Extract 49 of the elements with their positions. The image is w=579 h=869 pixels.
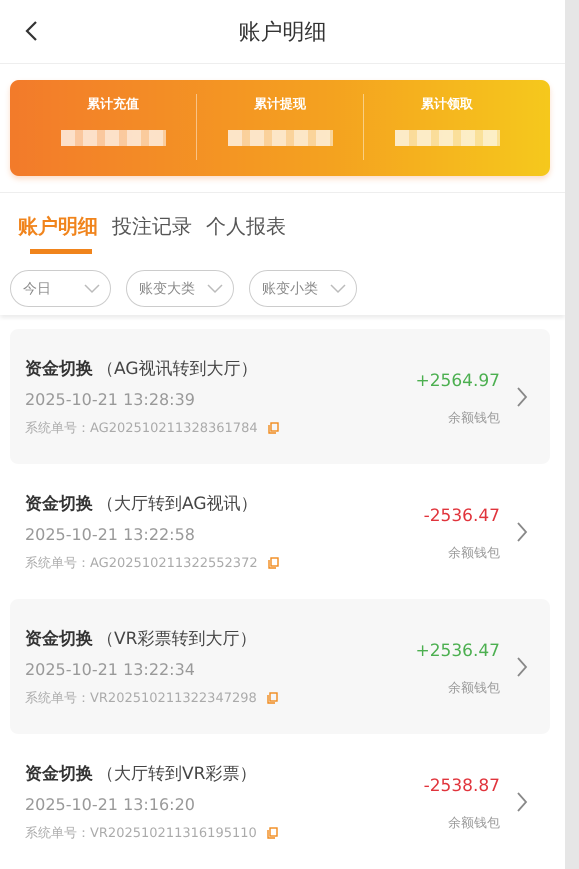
stat-label: 累计领取	[421, 96, 473, 113]
chevron-right-icon	[516, 656, 528, 678]
chevron-right-icon	[516, 520, 528, 542]
filter-dropdown[interactable]: 今日	[10, 270, 111, 307]
order-number: 系统单号：VR202510211316195110	[25, 824, 257, 842]
amount: -2538.87	[424, 776, 500, 796]
record-time: 2025-10-21 13:22:58	[25, 524, 196, 544]
order-number: 系统单号：VR202510211322347298	[25, 690, 257, 706]
copy-icon[interactable]	[268, 556, 279, 568]
record-detail: （大厅转到VR彩票）	[97, 762, 256, 784]
record-card[interactable]: 资金切换 （VR彩票转到大厅） 2025-10-21 13:22:34 系统单号：VR202510211322347298 +2536.47 余额钱包	[10, 599, 550, 734]
record-time: 2025-10-21 13:22:34	[25, 660, 196, 678]
copy-icon[interactable]	[266, 826, 278, 838]
back-icon[interactable]	[24, 20, 38, 42]
record-time: 2025-10-21 13:16:20	[25, 794, 196, 814]
stat-label: 累计提现	[254, 96, 306, 113]
copy-icon[interactable]	[268, 422, 279, 434]
record-card[interactable]: 资金切换 （大厅转到AG视讯） 2025-10-21 13:22:58 系统单号：AG202510211322552372 -2536.47 余额钱包	[10, 464, 550, 599]
record-detail: （AG视讯转到大厅）	[97, 358, 258, 380]
tab[interactable]: 投注记录	[112, 211, 192, 259]
record-time: 2025-10-21 13:28:39	[25, 390, 196, 408]
record-type: 资金切换	[25, 358, 93, 380]
record-card[interactable]: 资金切换 （大厅转到VR彩票） 2025-10-21 13:16:20 系统单号：VR202510211316195110 -2538.87 余额钱包	[10, 734, 550, 869]
record-detail: （大厅转到AG视讯）	[97, 492, 258, 514]
record-card[interactable]: 资金切换 （AG视讯转到大厅） 2025-10-21 13:28:39 系统单号：AG202510211328361784 +2564.97 余额钱包	[10, 329, 550, 464]
record-type: 资金切换	[25, 628, 93, 650]
record-type: 资金切换	[25, 492, 93, 514]
chevron-down-icon	[84, 284, 100, 294]
order-number: 系统单号：AG202510211328361784	[25, 420, 258, 436]
stat-label: 累计充值	[87, 96, 139, 113]
copy-icon[interactable]	[266, 692, 278, 704]
order-number: 系统单号：AG202510211322552372	[25, 554, 258, 572]
wallet-label: 余额钱包	[448, 410, 500, 426]
tab[interactable]: 个人报表	[206, 211, 286, 259]
amount: -2536.47	[424, 506, 500, 526]
amount: +2564.97	[415, 370, 500, 390]
page-title: 账户明细	[238, 18, 326, 46]
chevron-right-icon	[516, 386, 528, 408]
record-type: 资金切换	[25, 762, 93, 784]
chevron-down-icon	[207, 284, 223, 294]
amount: +2536.47	[415, 640, 500, 660]
chevron-down-icon	[330, 284, 346, 294]
chevron-right-icon	[516, 790, 528, 812]
record-detail: （VR彩票转到大厅）	[97, 628, 256, 650]
filter-dropdown[interactable]: 账变大类	[126, 270, 234, 307]
filter-dropdown[interactable]: 账变小类	[249, 270, 357, 307]
wallet-label: 余额钱包	[448, 814, 500, 832]
wallet-label: 余额钱包	[448, 544, 500, 562]
wallet-label: 余额钱包	[448, 680, 500, 696]
